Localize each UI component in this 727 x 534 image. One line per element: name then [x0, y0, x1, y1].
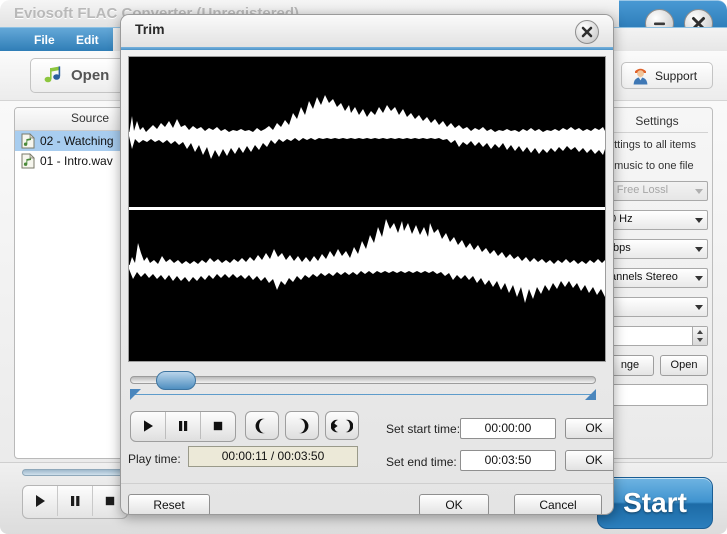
pause-icon [71, 496, 80, 506]
support-button-label: Support [655, 68, 698, 83]
chevron-down-icon [695, 247, 703, 252]
channels-select[interactable]: annels Stereo [606, 268, 708, 288]
stepper-arrows[interactable] [692, 327, 707, 345]
apply-all-checkbox-label[interactable]: ettings to all items [608, 139, 708, 151]
settings-panel: Settings ettings to all items t music to… [601, 107, 713, 459]
start-time-input[interactable]: 00:00:00 [460, 418, 556, 439]
support-button[interactable]: Support [621, 62, 713, 89]
seek-slider-track[interactable] [130, 376, 596, 384]
chevron-down-icon [695, 276, 703, 281]
set-start-time-label: Set start time: [386, 422, 461, 436]
mark-end-icon [298, 418, 309, 433]
stop-icon [213, 421, 223, 430]
channels-value: annels Stereo [610, 271, 678, 283]
format-value: - Free Lossl [610, 184, 669, 196]
trim-title-accent [121, 47, 613, 50]
trim-transport-controls [130, 411, 236, 442]
end-time-input[interactable]: 00:03:50 [460, 450, 556, 471]
open-folder-button[interactable]: Open [660, 355, 708, 376]
main-transport-controls [22, 485, 128, 519]
trim-start-marker[interactable] [130, 389, 141, 400]
music-note-icon [44, 65, 61, 82]
menu-item-edit[interactable]: Edit [70, 32, 105, 49]
trim-play-button[interactable] [131, 412, 166, 439]
chevron-up-icon [697, 330, 703, 334]
end-time-ok-button[interactable]: OK [565, 450, 613, 471]
pause-icon [179, 420, 188, 431]
settings-title: Settings [606, 112, 708, 133]
play-icon [36, 495, 45, 507]
bitrate-select[interactable]: :bps [606, 239, 708, 259]
set-end-time-label: Set end time: [386, 455, 457, 469]
seek-and-range-area [128, 370, 606, 404]
dialog-cancel-button[interactable]: Cancel [514, 494, 602, 514]
chevron-down-icon [695, 218, 703, 223]
app-root: Eviosoft FLAC Converter (Unregistered) F… [0, 0, 727, 534]
reset-button[interactable]: Reset [128, 494, 210, 514]
column-header-source: Source [71, 111, 110, 125]
stop-icon [105, 496, 115, 506]
trim-titlebar: Trim [121, 15, 613, 48]
start-time-ok-button[interactable]: OK [565, 418, 613, 439]
person-icon [633, 68, 648, 84]
seek-slider-thumb[interactable] [156, 371, 196, 390]
main-pause-button[interactable] [58, 486, 93, 516]
menu-item-file[interactable]: File [28, 32, 61, 49]
audio-file-icon [21, 153, 35, 169]
trim-dialog-title: Trim [135, 21, 165, 37]
format-select[interactable]: - Free Lossl [606, 181, 708, 201]
quality-select[interactable] [606, 297, 708, 317]
merge-to-one-file-checkbox-label[interactable]: t music to one file [608, 160, 708, 172]
chevron-down-icon [697, 338, 703, 342]
output-path-field[interactable] [606, 384, 708, 406]
open-button-label: Open [71, 67, 110, 84]
audio-file-icon [21, 133, 35, 149]
file-name: 02 - Watching [40, 134, 114, 148]
main-play-button[interactable] [23, 486, 58, 516]
play-selection-button[interactable] [325, 411, 359, 440]
chevron-down-icon [695, 305, 703, 310]
trim-close-button[interactable] [575, 20, 599, 44]
trim-stop-button[interactable] [201, 412, 235, 439]
trim-pause-button[interactable] [166, 412, 201, 439]
volume-stepper[interactable] [606, 326, 708, 346]
waveform-canvas [129, 57, 605, 361]
trim-dialog: Trim Play time: 00:00:11 / 00:03:50 Set … [120, 14, 614, 515]
trim-range-bar [130, 394, 596, 395]
mark-start-icon [255, 418, 266, 433]
dialog-ok-button[interactable]: OK [419, 494, 489, 514]
play-icon [144, 419, 153, 432]
output-folder-buttons: nge Open [606, 355, 708, 376]
waveform-display[interactable] [128, 56, 606, 362]
play-selection-icon [331, 419, 353, 432]
close-icon [581, 26, 593, 38]
dialog-separator [121, 483, 613, 484]
trim-end-marker[interactable] [585, 389, 596, 400]
file-name: 01 - Intro.wav [40, 154, 113, 168]
start-button-label: Start [623, 487, 687, 518]
set-start-mark-button[interactable] [245, 411, 279, 440]
play-time-value: 00:00:11 / 00:03:50 [188, 446, 358, 467]
samplerate-select[interactable]: 0 Hz [606, 210, 708, 230]
chevron-down-icon [695, 189, 703, 194]
play-time-label: Play time: [128, 452, 181, 466]
set-end-mark-button[interactable] [285, 411, 319, 440]
start-button[interactable]: Start [597, 477, 713, 529]
